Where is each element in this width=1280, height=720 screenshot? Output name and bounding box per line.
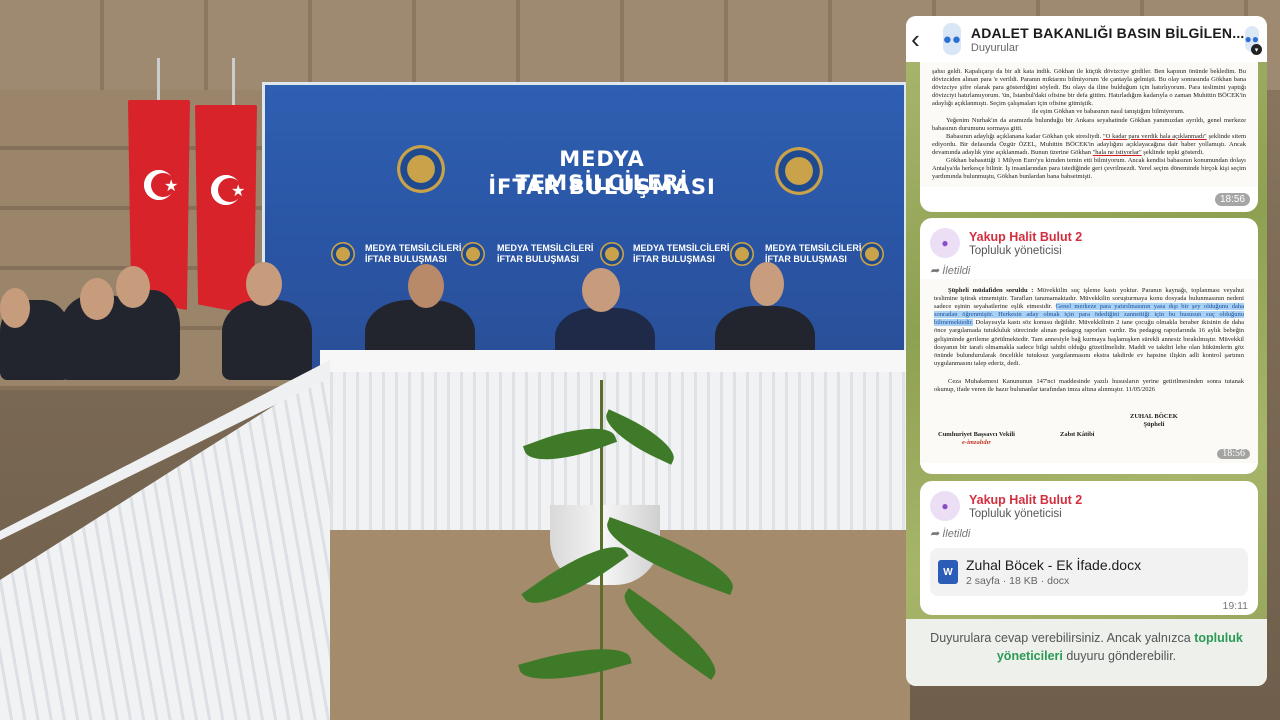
message-image-1[interactable]: şahsı geldi. Kapalıçarşı da bir alt kata… bbox=[920, 62, 1258, 212]
back-arrow-icon[interactable]: ‹ bbox=[908, 16, 923, 62]
doc-paragraph: ile eşim Gökhan ve babasının nasıl tanış… bbox=[1032, 108, 1185, 116]
side-table bbox=[0, 370, 330, 720]
forward-icon: ➦ bbox=[930, 265, 940, 277]
sender-name[interactable]: Yakup Halit Bulut 2 bbox=[969, 493, 1082, 507]
ministry-seal bbox=[397, 145, 445, 193]
doc-paragraph: Babasının adaylığı açıklanana kadar Gökh… bbox=[932, 132, 1247, 156]
chat-title-block[interactable]: ADALET BAKANLIĞI BASIN BİLGİLEN... Duyur… bbox=[971, 25, 1245, 54]
person-icon[interactable]: ● bbox=[930, 228, 960, 258]
doc-paragraph: Ceza Muhakemesi Kanununun 147'nci maddes… bbox=[934, 377, 1244, 394]
forward-icon: ➦ bbox=[930, 528, 940, 540]
message-time: 19:11 bbox=[1222, 600, 1249, 612]
suspect-signature: ZUHAL BÖCEK Şüpheli bbox=[1130, 413, 1178, 429]
community-icon[interactable]: ●● bbox=[942, 23, 961, 55]
prosecutor-signature: Cumhuriyet Başsavcı Vekili e-imzalıdır bbox=[938, 431, 1015, 447]
person-icon[interactable]: ● bbox=[930, 491, 960, 521]
chat-header: ‹ ●● ADALET BAKANLIĞI BASIN BİLGİLEN... … bbox=[906, 16, 1267, 62]
sender-role: Topluluk yöneticisi bbox=[969, 507, 1062, 520]
chat-screenshot: ‹ ●● ADALET BAKANLIĞI BASIN BİLGİLEN... … bbox=[906, 16, 1267, 686]
chevron-down-icon: ▾ bbox=[1251, 44, 1262, 55]
message-header: ● Yakup Halit Bulut 2 Topluluk yöneticis… bbox=[920, 218, 1258, 258]
message-file[interactable]: ● Yakup Halit Bulut 2 Topluluk yöneticis… bbox=[920, 481, 1258, 615]
star-icon: ★ bbox=[164, 178, 179, 195]
word-document-icon: W bbox=[938, 560, 958, 584]
doc-paragraph: Şüpheli müdafiden soruldu : Müvekkilin s… bbox=[934, 287, 1245, 367]
document-image: Şüpheli müdafiden soruldu : Müvekkilin s… bbox=[920, 279, 1258, 463]
chat-title: ADALET BAKANLIĞI BASIN BİLGİLEN... bbox=[970, 24, 1245, 41]
forwarded-label: ➦ İletildi bbox=[930, 264, 971, 278]
announcement-footer-note: Duyurulara cevap verebilirsiniz. Ancak y… bbox=[906, 619, 1267, 686]
message-time: 18:56 bbox=[1214, 193, 1250, 206]
doc-paragraph: Yeğenim Nurhak'ın da aramızda bulunduğu … bbox=[932, 116, 1246, 132]
table-top bbox=[320, 350, 910, 372]
clerk-signature: Zabıt Kâtibi bbox=[1060, 431, 1095, 438]
message-time: 18:56 bbox=[1217, 448, 1250, 459]
document-image: şahsı geldi. Kapalıçarşı da bir alt kata… bbox=[920, 62, 1258, 188]
doc-paragraph: Gökhan babasıttiği 1 Milyon Euro'yu kimd… bbox=[932, 157, 1246, 181]
group-menu-icon[interactable]: ●● ▾ bbox=[1244, 26, 1262, 55]
chat-subtitle: Duyurular bbox=[970, 41, 1019, 54]
file-name: Zuhal Böcek - Ek İfade.docx bbox=[966, 557, 1142, 573]
file-attachment[interactable]: W Zuhal Böcek - Ek İfade.docx 2 sayfa · … bbox=[930, 548, 1248, 596]
doc-paragraph: şahsı geldi. Kapalıçarşı da bir alt kata… bbox=[932, 68, 1246, 108]
file-meta: 2 sayfa · 18 KB · docx bbox=[966, 575, 1070, 587]
banner-title-line2: İFTAR BULUŞMASI bbox=[488, 175, 716, 199]
message-image-2[interactable]: ● Yakup Halit Bulut 2 Topluluk yöneticis… bbox=[920, 218, 1258, 474]
star-icon: ★ bbox=[231, 183, 246, 200]
message-header: ● Yakup Halit Bulut 2 Topluluk yöneticis… bbox=[920, 481, 1258, 521]
sender-name[interactable]: Yakup Halit Bulut 2 bbox=[969, 230, 1082, 244]
forwarded-label: ➦ İletildi bbox=[930, 527, 971, 541]
esign-label: e-imzalıdır bbox=[962, 439, 991, 447]
sender-role: Topluluk yöneticisi bbox=[969, 244, 1062, 257]
ministry-seal bbox=[775, 147, 823, 195]
